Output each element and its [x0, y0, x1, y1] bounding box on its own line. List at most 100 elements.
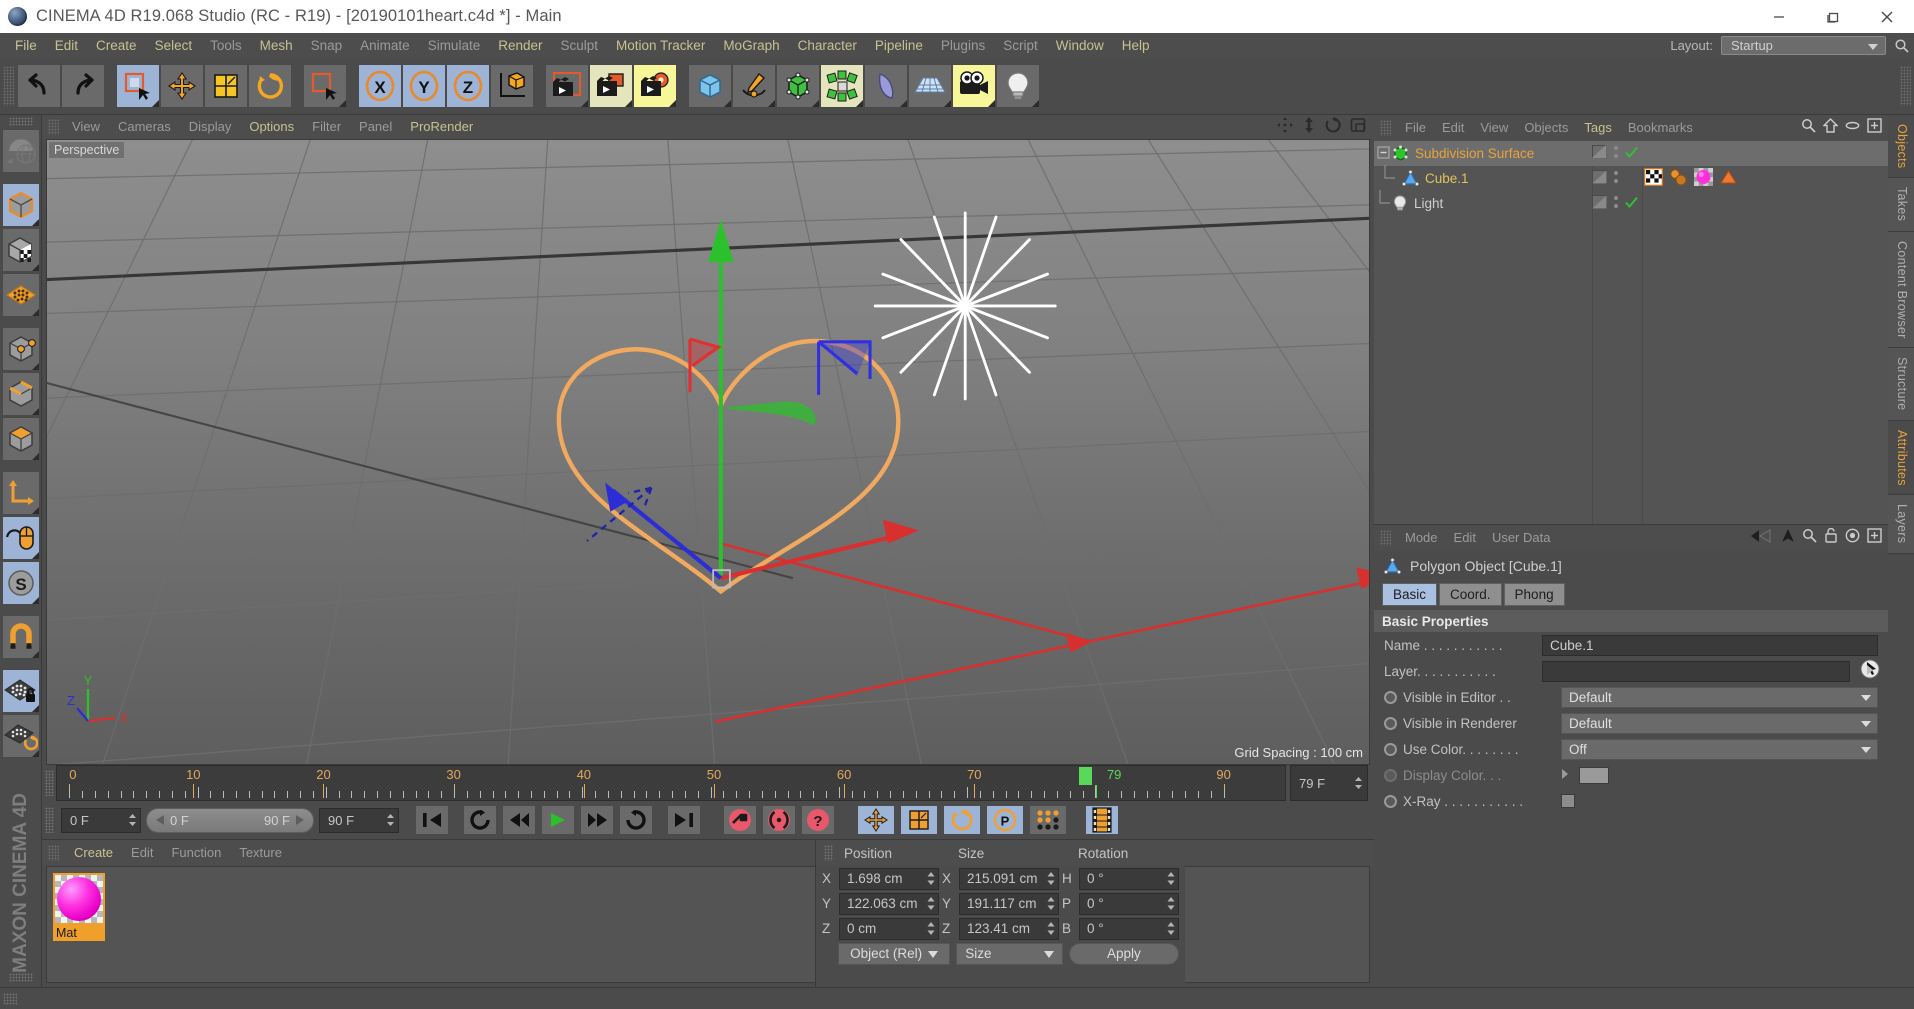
selection-mode-button[interactable]	[303, 64, 347, 108]
menu-simulate[interactable]: Simulate	[419, 33, 490, 58]
add-panel-icon[interactable]	[1867, 118, 1882, 138]
menu-animate[interactable]: Animate	[351, 33, 419, 58]
spinner-icon[interactable]	[1047, 872, 1055, 885]
model-mode-button[interactable]	[1, 183, 40, 227]
coordinates-grip[interactable]	[816, 845, 840, 861]
add-generator-button[interactable]	[776, 64, 820, 108]
position-y-input[interactable]: 122.063 cm	[839, 892, 939, 915]
object-menu-objects[interactable]: Objects	[1516, 115, 1576, 141]
show-timeline-button[interactable]	[1085, 805, 1119, 835]
visible-renderer-radio[interactable]	[1384, 716, 1397, 730]
xray-checkbox[interactable]	[1561, 794, 1575, 808]
snap-settings-button[interactable]: S	[1, 561, 40, 605]
menu-mograph[interactable]: MoGraph	[714, 33, 788, 58]
menu-sculpt[interactable]: Sculpt	[552, 33, 608, 58]
point-mode-button[interactable]	[1, 327, 40, 371]
object-row-subdivision-surface[interactable]: Subdivision Surface	[1374, 141, 1888, 166]
scale-button[interactable]	[204, 64, 248, 108]
object-menu-bookmarks[interactable]: Bookmarks	[1620, 115, 1701, 141]
spinner-icon[interactable]	[927, 897, 935, 910]
menu-help[interactable]: Help	[1113, 33, 1159, 58]
world-coordinate-button[interactable]	[490, 64, 534, 108]
tab-phong[interactable]: Phong	[1503, 582, 1565, 606]
render-settings-button[interactable]	[633, 64, 677, 108]
home-icon[interactable]	[1822, 118, 1839, 138]
add-mograph-button[interactable]	[820, 64, 864, 108]
vtab-structure[interactable]: Structure	[1888, 348, 1914, 421]
viewport-menu-grip[interactable]	[48, 119, 59, 135]
point-level-animation-button[interactable]	[1029, 805, 1067, 835]
object-menu-edit[interactable]: Edit	[1434, 115, 1472, 141]
viewport-menu-filter[interactable]: Filter	[303, 115, 350, 139]
live-selection-button[interactable]	[116, 64, 160, 108]
render-view-button[interactable]	[545, 64, 589, 108]
vtab-content-browser[interactable]: Content Browser	[1888, 231, 1914, 349]
rotate-viewport-icon[interactable]	[1325, 116, 1341, 138]
menu-script[interactable]: Script	[994, 33, 1047, 58]
redo-button[interactable]	[61, 64, 105, 108]
navigate-up-icon[interactable]	[1781, 528, 1795, 548]
vtab-objects[interactable]: Objects	[1888, 115, 1914, 179]
object-tree[interactable]: Subdivision Surface Cube.1 Light	[1374, 141, 1888, 524]
spinner-icon[interactable]	[927, 872, 935, 885]
visible-editor-radio[interactable]	[1384, 690, 1397, 704]
material-menu-grip[interactable]	[48, 845, 59, 861]
object-axis-button[interactable]	[1, 471, 40, 515]
step-forward-button[interactable]	[580, 805, 614, 835]
viewport-solo-button[interactable]	[1, 516, 40, 560]
attribute-menu-user-data[interactable]: User Data	[1484, 525, 1559, 551]
viewport-menu-cameras[interactable]: Cameras	[109, 115, 180, 139]
attribute-menu-edit[interactable]: Edit	[1446, 525, 1484, 551]
close-button[interactable]	[1860, 0, 1914, 33]
record-active-objects-button[interactable]	[723, 805, 757, 835]
move-button[interactable]	[160, 64, 204, 108]
render-to-picture-viewer-button[interactable]	[589, 64, 633, 108]
ellipse-icon[interactable]	[1845, 118, 1860, 138]
go-to-end-button[interactable]	[667, 805, 701, 835]
target-icon[interactable]	[1845, 528, 1860, 548]
display-tag-icon[interactable]	[1719, 168, 1738, 189]
menu-render[interactable]: Render	[489, 33, 551, 58]
vtab-layers[interactable]: Layers	[1888, 495, 1914, 554]
material-menu-function[interactable]: Function	[162, 840, 230, 866]
dolly-viewport-icon[interactable]	[1302, 116, 1316, 138]
menu-select[interactable]: Select	[146, 33, 202, 58]
add-light-button[interactable]	[996, 64, 1040, 108]
menu-create[interactable]: Create	[87, 33, 146, 58]
menu-mesh[interactable]: Mesh	[251, 33, 302, 58]
end-frame-spinner-icon[interactable]	[386, 813, 395, 827]
step-back-button[interactable]	[502, 805, 536, 835]
name-input[interactable]: Cube.1	[1542, 634, 1878, 656]
scale-key-button[interactable]	[900, 805, 938, 835]
material-item[interactable]: Mat	[53, 873, 105, 941]
start-frame-field[interactable]: 0 F	[61, 807, 141, 833]
lock-workplane-button[interactable]	[1, 669, 40, 713]
visibility-toggle-icon[interactable]	[1592, 170, 1607, 187]
autokeying-button[interactable]	[762, 805, 796, 835]
use-color-dropdown[interactable]: Off	[1561, 738, 1878, 760]
size-x-input[interactable]: 215.091 cm	[959, 867, 1059, 890]
object-menu-view[interactable]: View	[1472, 115, 1516, 141]
play-forward-loop-button[interactable]	[619, 805, 653, 835]
frame-spinner-icon[interactable]	[1354, 776, 1363, 790]
apply-button[interactable]: Apply	[1068, 942, 1179, 965]
position-z-input[interactable]: 0 cm	[839, 917, 939, 940]
material-menu-texture[interactable]: Texture	[230, 840, 291, 866]
material-thumbnail[interactable]	[53, 873, 105, 925]
timeline-ruler[interactable]: 0 10 20 30 40 50 60 70 90 79	[56, 765, 1286, 801]
menu-character[interactable]: Character	[789, 33, 866, 58]
add-scene-button[interactable]	[908, 64, 952, 108]
layout-search-icon[interactable]	[1894, 38, 1910, 54]
layout-dropdown[interactable]: Startup	[1721, 36, 1886, 55]
vtab-attributes[interactable]: Attributes	[1888, 420, 1914, 496]
search-icon[interactable]	[1802, 528, 1817, 548]
spinner-icon[interactable]	[927, 922, 935, 935]
timeline-grip[interactable]	[42, 765, 56, 801]
xray-radio[interactable]	[1384, 794, 1397, 808]
visible-in-editor-dropdown[interactable]: Default	[1561, 686, 1878, 708]
menu-motion-tracker[interactable]: Motion Tracker	[607, 33, 714, 58]
position-key-button[interactable]	[857, 805, 895, 835]
object-row-cube-1[interactable]: Cube.1	[1374, 164, 1888, 191]
visibility-toggle-icon[interactable]	[1592, 195, 1607, 212]
display-color-swatch[interactable]	[1579, 766, 1609, 784]
